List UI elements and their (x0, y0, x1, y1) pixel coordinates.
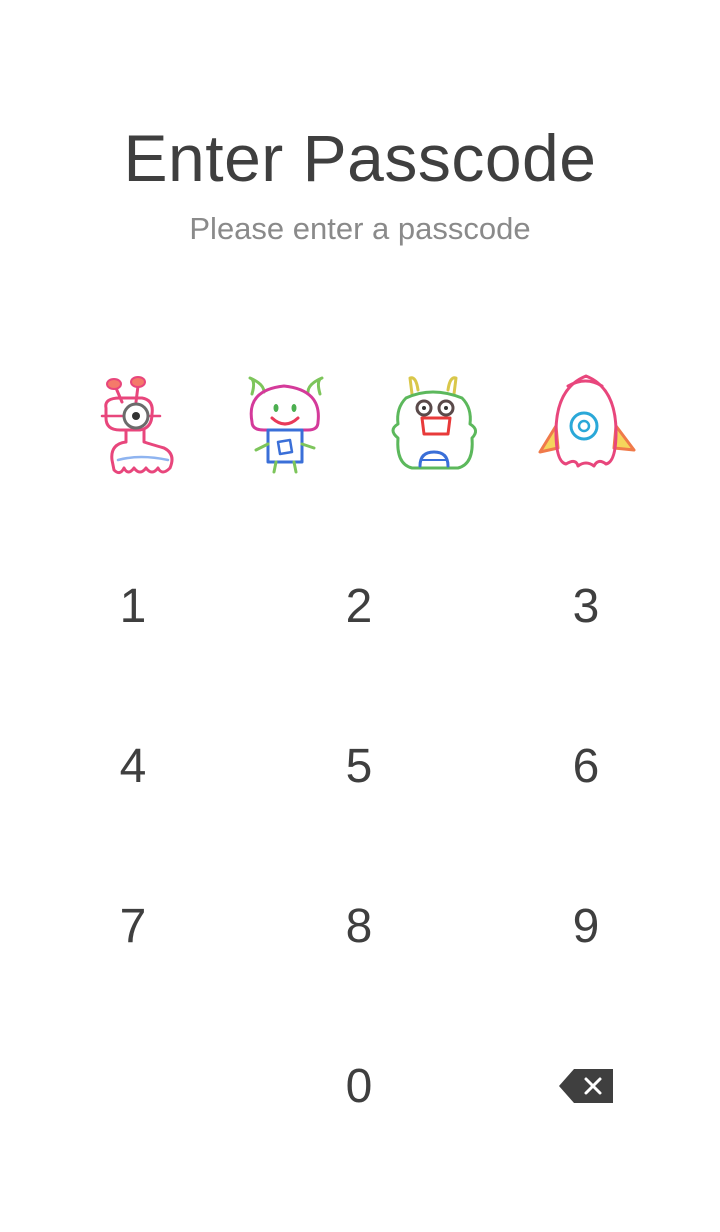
key-0[interactable]: 0 (259, 1011, 459, 1161)
key-1[interactable]: 1 (33, 531, 233, 681)
bunny-monster-icon (376, 368, 496, 488)
key-9[interactable]: 9 (486, 851, 686, 1001)
rocket-icon (526, 368, 646, 488)
backspace-button[interactable] (486, 1011, 686, 1161)
key-6[interactable]: 6 (486, 691, 686, 841)
key-7[interactable]: 7 (33, 851, 233, 1001)
passcode-indicator (0, 368, 720, 488)
key-5[interactable]: 5 (259, 691, 459, 841)
key-4[interactable]: 4 (33, 691, 233, 841)
backspace-icon (558, 1068, 614, 1104)
key-8[interactable]: 8 (259, 851, 459, 1001)
key-3[interactable]: 3 (486, 531, 686, 681)
page-subtitle: Please enter a passcode (189, 211, 531, 246)
one-eyed-monster-icon (80, 368, 200, 488)
page-title: Enter Passcode (123, 121, 597, 195)
horned-mushroom-monster-icon (226, 368, 346, 488)
key-2[interactable]: 2 (259, 531, 459, 681)
